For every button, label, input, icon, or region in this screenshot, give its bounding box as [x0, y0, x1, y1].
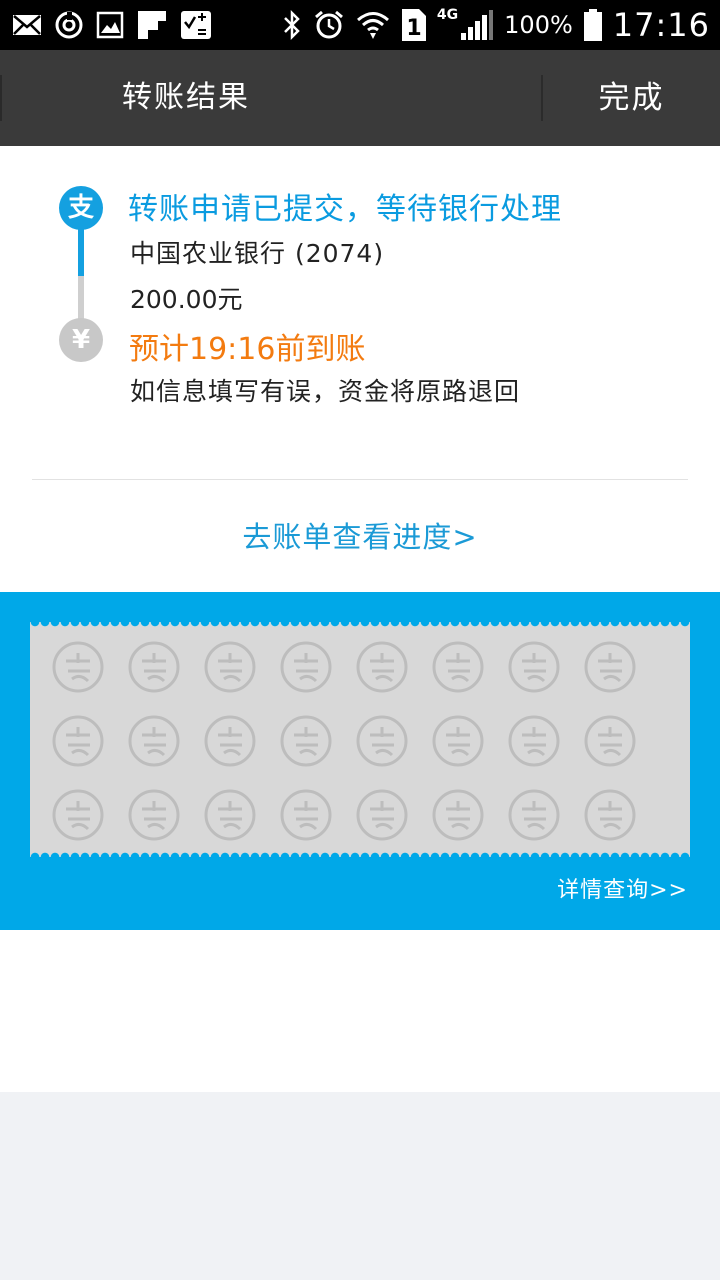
ticket-edge — [30, 849, 690, 857]
image-icon — [96, 11, 124, 39]
alipay-watermark-icon — [496, 630, 572, 704]
alipay-watermark-icon — [116, 630, 192, 704]
mail-icon — [12, 13, 42, 37]
alipay-watermark-icon — [572, 630, 648, 704]
battery-icon — [583, 8, 603, 42]
alipay-watermark-icon — [268, 630, 344, 704]
promo-banner: 详情查询>> — [0, 592, 720, 930]
sim-1-icon: 1 — [401, 8, 427, 42]
details-link[interactable]: 详情查询>> — [557, 872, 688, 904]
scratch-card[interactable] — [30, 622, 690, 857]
alipay-watermark-icon — [116, 778, 192, 852]
alipay-watermark-icon — [344, 704, 420, 778]
network-type: 4G — [436, 7, 459, 23]
alipay-watermark-icon — [496, 704, 572, 778]
page-title: 转账结果 — [122, 80, 250, 115]
transfer-status: 转账申请已提交，等待银行处理 — [128, 192, 562, 227]
alipay-watermark-icon — [268, 778, 344, 852]
alipay-watermark-icon — [192, 704, 268, 778]
alipay-watermark-icon — [420, 778, 496, 852]
calculator-icon — [180, 10, 212, 40]
svg-text:1: 1 — [406, 16, 421, 41]
alipay-watermark-icon — [192, 778, 268, 852]
signal-icon — [460, 9, 494, 41]
timeline-progress-line — [78, 228, 84, 276]
flipboard-icon — [136, 9, 168, 41]
title-bar: 转账结果 完成 — [0, 50, 720, 146]
alipay-watermark-icon — [344, 778, 420, 852]
ticket-edge — [30, 622, 690, 630]
alipay-watermark-icon — [572, 778, 648, 852]
timeline-pending-line — [78, 276, 84, 322]
battery-percent: 100% — [504, 11, 573, 39]
alipay-watermark-icon — [420, 630, 496, 704]
alipay-watermark-icon — [572, 704, 648, 778]
alipay-watermark-icon — [40, 778, 116, 852]
alipay-watermark-icon — [344, 630, 420, 704]
alarm-icon — [313, 9, 345, 41]
arrival-estimate: 预计19:16前到账 — [129, 332, 366, 367]
yuan-icon: ¥ — [59, 318, 103, 362]
bank-name: 中国农业银行 (2074) — [130, 239, 385, 268]
refund-note: 如信息填写有误，资金将原路退回 — [130, 377, 521, 406]
bluetooth-icon — [281, 9, 303, 41]
watermark-pattern — [40, 630, 690, 850]
alipay-watermark-icon — [40, 630, 116, 704]
status-bar: 1 4G 100% 17:16 — [0, 0, 720, 50]
wifi-icon — [355, 9, 391, 41]
empty-area — [0, 930, 720, 1092]
transfer-amount: 200.00元 — [130, 285, 243, 314]
alipay-watermark-icon — [496, 778, 572, 852]
alipay-watermark-icon — [40, 704, 116, 778]
done-button[interactable]: 完成 — [543, 50, 720, 146]
alipay-watermark-icon — [192, 630, 268, 704]
alipay-watermark-icon — [116, 704, 192, 778]
divider — [0, 75, 2, 121]
divider — [32, 479, 688, 480]
view-progress-link[interactable]: 去账单查看进度> — [0, 514, 720, 556]
clock: 17:16 — [612, 6, 710, 44]
alipay-icon: 支 — [59, 186, 103, 230]
sync-icon — [54, 10, 84, 40]
transfer-result-panel: 支 ¥ 转账申请已提交，等待银行处理 中国农业银行 (2074) 200.00元… — [0, 146, 720, 592]
alipay-watermark-icon — [268, 704, 344, 778]
alipay-watermark-icon — [420, 704, 496, 778]
